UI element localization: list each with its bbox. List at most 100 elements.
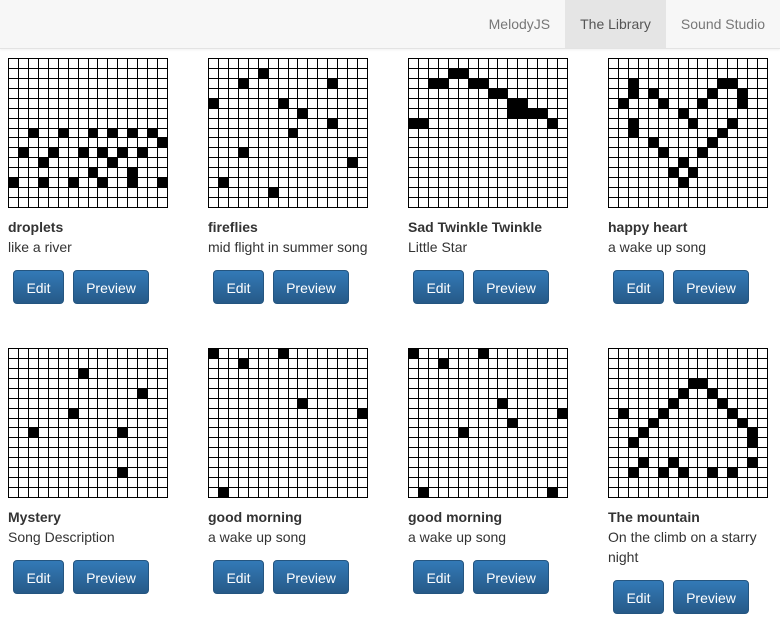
note-cell	[98, 468, 108, 478]
note-cell	[548, 188, 558, 198]
preview-button[interactable]: Preview	[473, 270, 549, 304]
note-cell	[508, 68, 518, 78]
note-cell	[758, 349, 767, 358]
nav-the-library[interactable]: The Library	[565, 0, 666, 48]
note-cell-active	[288, 128, 298, 138]
note-cell	[718, 478, 728, 488]
note-cell	[9, 428, 18, 438]
note-cell	[38, 88, 48, 98]
preview-button[interactable]: Preview	[273, 560, 349, 594]
note-cell	[48, 68, 58, 78]
edit-button[interactable]: Edit	[213, 270, 264, 304]
preview-button[interactable]: Preview	[673, 270, 749, 304]
note-cell	[18, 398, 28, 408]
note-cell-active	[88, 168, 98, 178]
note-cell	[678, 128, 688, 138]
note-cell	[148, 358, 158, 368]
note-cell	[728, 88, 738, 98]
note-cell	[108, 108, 118, 118]
note-cell	[298, 128, 308, 138]
preview-button[interactable]: Preview	[73, 560, 149, 594]
note-cell	[678, 88, 688, 98]
note-cell	[68, 59, 78, 68]
note-cell	[68, 358, 78, 368]
note-cell	[718, 68, 728, 78]
note-cell	[68, 468, 78, 478]
note-cell	[418, 168, 428, 178]
note-cell	[78, 128, 88, 138]
edit-button[interactable]: Edit	[613, 270, 664, 304]
edit-button[interactable]: Edit	[613, 580, 664, 614]
note-cell	[88, 478, 98, 488]
edit-button[interactable]: Edit	[13, 560, 64, 594]
note-cell	[268, 358, 278, 368]
note-cell	[238, 368, 248, 378]
preview-button[interactable]: Preview	[273, 270, 349, 304]
note-cell	[158, 408, 167, 418]
note-cell	[358, 88, 367, 98]
note-cell	[638, 388, 648, 398]
note-cell	[238, 168, 248, 178]
nav-sound-studio[interactable]: Sound Studio	[666, 0, 780, 48]
note-cell	[478, 488, 488, 497]
note-cell	[209, 128, 218, 138]
note-cell	[58, 78, 68, 88]
note-cell	[428, 438, 438, 448]
song-actions: Edit Preview	[213, 270, 373, 304]
note-cell-active	[688, 118, 698, 128]
note-cell	[278, 448, 288, 458]
note-cell	[298, 59, 308, 68]
note-cell	[708, 148, 718, 158]
preview-button[interactable]: Preview	[473, 560, 549, 594]
nav-melodyjs[interactable]: MelodyJS	[474, 0, 565, 48]
note-cell	[258, 368, 268, 378]
note-cell-active	[698, 378, 708, 388]
note-cell	[128, 448, 138, 458]
note-cell	[358, 148, 367, 158]
note-cell	[508, 128, 518, 138]
note-cell	[58, 178, 68, 188]
note-cell	[558, 118, 567, 128]
note-cell	[738, 128, 748, 138]
note-cell	[9, 59, 18, 68]
note-cell	[428, 148, 438, 158]
note-cell	[288, 458, 298, 468]
note-cell	[458, 158, 468, 168]
edit-button[interactable]: Edit	[413, 270, 464, 304]
note-cell	[158, 478, 167, 488]
edit-button[interactable]: Edit	[213, 560, 264, 594]
note-cell	[48, 478, 58, 488]
note-cell	[718, 438, 728, 448]
note-cell	[108, 358, 118, 368]
note-cell	[308, 358, 318, 368]
note-cell	[88, 158, 98, 168]
note-cell	[318, 198, 328, 207]
preview-button[interactable]: Preview	[673, 580, 749, 614]
note-cell-active	[98, 148, 108, 158]
note-cell	[98, 108, 108, 118]
note-cell	[298, 178, 308, 188]
note-cell	[518, 388, 528, 398]
note-cell	[28, 448, 38, 458]
note-cell	[418, 138, 428, 148]
note-cell	[728, 198, 738, 207]
edit-button[interactable]: Edit	[13, 270, 64, 304]
note-cell	[448, 78, 458, 88]
preview-button[interactable]: Preview	[73, 270, 149, 304]
note-cell	[328, 408, 338, 418]
note-cell	[738, 148, 748, 158]
note-cell-active	[118, 148, 128, 158]
note-cell	[628, 138, 638, 148]
edit-button[interactable]: Edit	[413, 560, 464, 594]
note-cell	[738, 438, 748, 448]
note-cell	[648, 368, 658, 378]
note-cell	[68, 428, 78, 438]
note-cell	[538, 349, 548, 358]
note-cell	[409, 368, 418, 378]
note-cell	[68, 158, 78, 168]
note-cell	[488, 68, 498, 78]
note-cell	[128, 68, 138, 78]
note-cell	[128, 59, 138, 68]
note-cell	[518, 59, 528, 68]
note-cell	[18, 428, 28, 438]
